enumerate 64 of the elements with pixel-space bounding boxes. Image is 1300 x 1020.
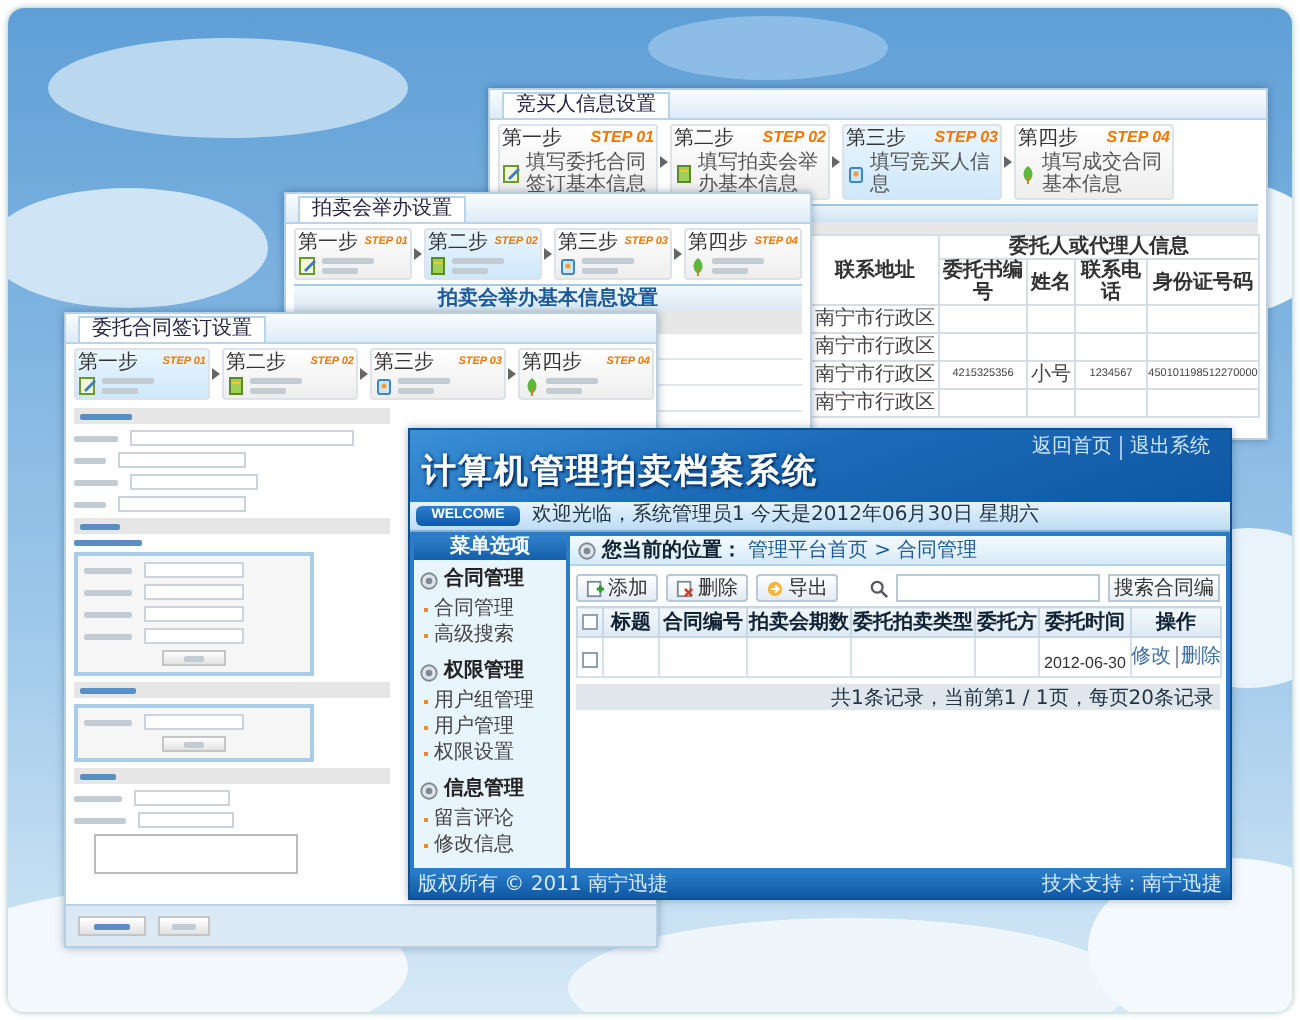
step-card[interactable]: 第三步 STEP 03 填写竞买人信息 <box>842 124 1002 200</box>
menu-item[interactable]: 用户管理 <box>420 716 560 740</box>
column-header: 标题 <box>603 607 659 637</box>
menu-item[interactable]: 高级搜索 <box>420 624 560 648</box>
toolbar-button[interactable]: 导出 <box>756 574 838 602</box>
app-title: 计算机管理拍卖档案系统 <box>422 450 818 494</box>
step-label: 第四步 <box>1018 127 1078 149</box>
column-header: 委托书编号 <box>939 259 1027 305</box>
menu-group-title[interactable]: 合同管理 <box>444 568 524 592</box>
menu-item[interactable]: 权限设置 <box>420 742 560 766</box>
window-tab[interactable]: 委托合同签订设置 <box>78 316 266 342</box>
window-tab[interactable]: 拍卖会举办设置 <box>298 196 466 222</box>
menu-group-title[interactable]: 信息管理 <box>444 778 524 802</box>
step-label: 第三步 <box>846 127 906 149</box>
window-tab[interactable]: 竞买人信息设置 <box>502 92 670 118</box>
header-link[interactable]: 返回首页 <box>1024 436 1120 460</box>
table-cell: 小号 <box>1027 361 1075 389</box>
step-label: 第二步 <box>428 231 488 253</box>
column-header: 操作 <box>1131 607 1221 637</box>
sidebar-title: 菜单选项 <box>414 536 566 560</box>
section-title: 拍卖会举办基本信息设置 <box>438 287 658 309</box>
column-group-header: 委托人或代理人信息 <box>939 235 1259 259</box>
support-text: 技术支持：南宁迅捷 <box>1042 873 1222 897</box>
column-header: 委托时间 <box>1039 607 1131 637</box>
header-link[interactable]: 退出系统 <box>1120 436 1218 460</box>
toolbar-button[interactable]: 删除 <box>666 574 748 602</box>
step-label: 第一步 <box>78 351 138 373</box>
step-number: STEP 03 <box>934 128 998 148</box>
step-number: STEP 02 <box>762 128 826 148</box>
step-label: 第二步 <box>674 127 734 149</box>
menu-item[interactable]: 修改信息 <box>420 834 560 858</box>
toolbar-button[interactable]: 添加 <box>576 574 658 602</box>
action-link[interactable]: 删除 <box>1175 646 1225 668</box>
step-card[interactable]: 第四步 STEP 04 填写成交合同基本信息 <box>1014 124 1174 200</box>
step-number: STEP 04 <box>1106 128 1170 148</box>
column-header: 姓名 <box>1027 259 1075 305</box>
breadcrumb-link[interactable]: 管理平台首页 > 合同管理 <box>748 536 978 564</box>
menu-group-title[interactable]: 权限管理 <box>444 660 524 684</box>
step-label: 第三步 <box>558 231 618 253</box>
step-label: 第一步 <box>502 127 562 149</box>
step-description: 填写竞买人信息 <box>870 152 992 196</box>
column-header: 拍卖会期数 <box>747 607 851 637</box>
pagination-text: 共1条记录，当前第1 / 1页，每页20条记录 <box>830 685 1214 711</box>
menu-item[interactable]: 用户组管理 <box>420 690 560 714</box>
menu-item[interactable]: 留言评论 <box>420 808 560 832</box>
step-label: 第三步 <box>374 351 434 373</box>
step-label: 第二步 <box>226 351 286 373</box>
step-description: 填写成交合同基本信息 <box>1042 152 1164 196</box>
column-header: 联系电话 <box>1075 259 1147 305</box>
menu-item[interactable]: 合同管理 <box>420 598 560 622</box>
column-header: 委托拍卖类型 <box>851 607 975 637</box>
step-label: 第一步 <box>298 231 358 253</box>
copyright-text: 版权所有 © 2011 南宁迅捷 <box>418 873 668 897</box>
search-button[interactable]: 搜索合同编 <box>1108 574 1220 602</box>
step-label: 第四步 <box>688 231 748 253</box>
breadcrumb-label: 您当前的位置： <box>602 537 742 564</box>
column-header: 委托方 <box>975 607 1039 637</box>
step-number: STEP 01 <box>590 128 654 148</box>
action-link[interactable]: 修改 <box>1127 646 1175 668</box>
step-label: 第四步 <box>522 351 582 373</box>
column-header: 身份证号码 <box>1147 259 1259 305</box>
welcome-text: 欢迎光临，系统管理员1 今天是2012年06月30日 星期六 <box>532 504 1040 528</box>
column-header: 合同编号 <box>659 607 747 637</box>
date-text: 2012-06-30 <box>1044 654 1126 672</box>
